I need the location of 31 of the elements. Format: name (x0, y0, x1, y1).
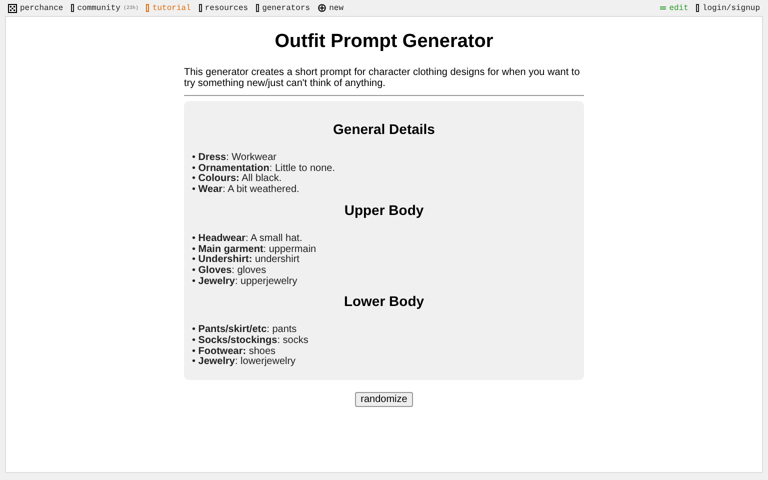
dice-icon (8, 4, 17, 12)
box-icon (696, 4, 700, 12)
detail-item: • Gloves: gloves (192, 266, 266, 276)
nav-link[interactable]: perchance (8, 4, 64, 12)
box-icon (146, 4, 150, 12)
detail-item: • Footwear: shoes (192, 346, 276, 357)
detail-item: • Headwear: A small hat. (192, 234, 304, 244)
detail-item: • Jewelry: lowerjewelry (192, 357, 297, 368)
page-title: Outfit Prompt Generator (274, 31, 494, 53)
plus-circle-icon (318, 4, 326, 12)
detail-item: • Wear: A bit weathered. (192, 185, 300, 196)
nav-link[interactable]: new (318, 4, 344, 12)
detail-item: • Main garment: uppermain (192, 244, 318, 255)
detail-item: • Jewelry: upperjewelry (192, 276, 298, 288)
nav-link[interactable]: resources (198, 4, 248, 12)
box-icon (198, 4, 202, 12)
nav-link[interactable]: generators (256, 4, 310, 12)
box-icon (256, 4, 260, 12)
box-icon (71, 4, 74, 12)
randomize-button[interactable]: randomize (354, 392, 414, 408)
detail-item: • Socks/stockings: socks (192, 336, 310, 346)
detail-item: • Dress: Workwear (192, 153, 278, 164)
detail-item: • Undershirt: undershirt (192, 255, 300, 266)
section-heading: General Details (332, 121, 436, 137)
section-heading: Upper Body (343, 202, 425, 218)
description: This generator creates a short prompt for character clothing designs for when you want to try something new/just can't think of anything. (184, 67, 581, 89)
detail-item: • Pants/skirt/etc: pants (192, 325, 298, 336)
nav-link[interactable]: login/signup (696, 4, 760, 12)
section-heading: Lower Body (342, 293, 426, 310)
detail-item: • Ornamentation: Little to none. (192, 164, 336, 174)
detail-item: • Colours: All black. (192, 174, 283, 184)
